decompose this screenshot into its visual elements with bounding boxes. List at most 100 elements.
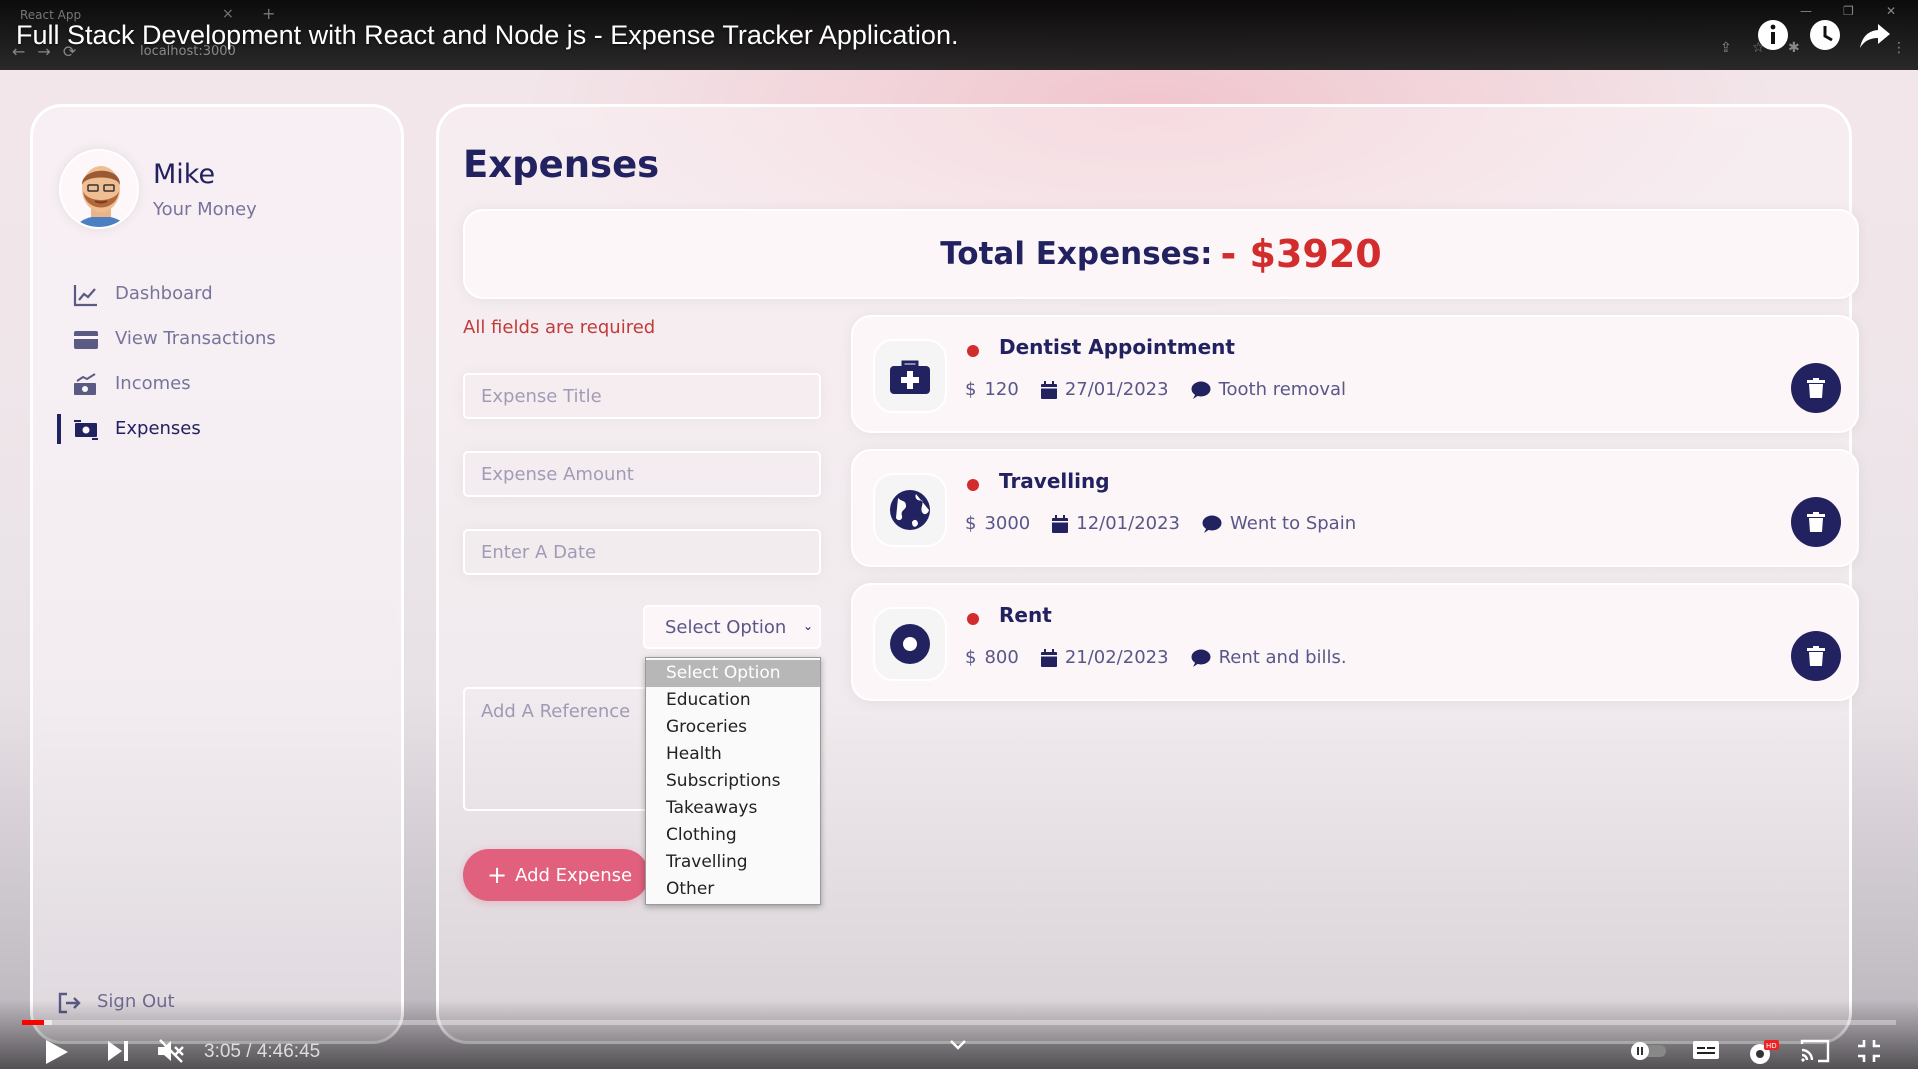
share-arrow-icon[interactable] bbox=[1858, 18, 1892, 52]
delete-button[interactable] bbox=[1791, 631, 1841, 681]
avatar[interactable] bbox=[59, 149, 139, 229]
chevron-down-icon[interactable] bbox=[948, 1038, 968, 1052]
total-expenses-label: Total Expenses: bbox=[940, 236, 1213, 272]
dollar-icon: $ bbox=[965, 513, 977, 534]
credit-card-icon bbox=[74, 331, 98, 349]
chevron-down-icon: ⌄ bbox=[802, 619, 813, 633]
expense-date: 21/02/2023 bbox=[1064, 647, 1169, 668]
calendar-icon bbox=[1040, 648, 1057, 667]
money-bill-trend-up-icon bbox=[74, 373, 96, 395]
sidebar-item-label: Dashboard bbox=[115, 283, 213, 304]
expense-meta: $ 120 27/01/2023 Tooth removal bbox=[965, 379, 1346, 400]
watch-later-icon[interactable] bbox=[1808, 18, 1842, 52]
dollar-icon: $ bbox=[965, 379, 977, 400]
expense-meta: $ 800 21/02/2023 Rent and bills. bbox=[965, 647, 1347, 668]
dropdown-option[interactable]: Education bbox=[646, 687, 820, 714]
svg-text:HD: HD bbox=[1766, 1042, 1777, 1050]
share-icon[interactable]: ⇪ bbox=[1720, 40, 1732, 56]
sidebar-item-label: Expenses bbox=[115, 418, 201, 439]
sidebar-item-label: View Transactions bbox=[115, 328, 276, 349]
plus-icon: + bbox=[487, 861, 508, 889]
trash-icon bbox=[1807, 378, 1825, 398]
sidebar-item-expenses[interactable]: Expenses bbox=[33, 412, 373, 448]
trash-icon bbox=[1807, 646, 1825, 666]
expense-item: Rent $ 800 21/02/2023 Rent and bills. bbox=[851, 583, 1859, 701]
sidebar: Mike Your Money Dashboard View Transacti… bbox=[30, 104, 404, 1044]
minimize-icon[interactable]: — bbox=[1800, 4, 1812, 18]
video-progress-track[interactable] bbox=[22, 1020, 1896, 1025]
next-icon[interactable] bbox=[106, 1038, 130, 1064]
info-icon[interactable] bbox=[1756, 18, 1790, 52]
main-panel: Expenses Total Expenses: - $3920 All fie… bbox=[436, 104, 1859, 1044]
maximize-icon[interactable]: ❐ bbox=[1843, 4, 1854, 18]
window-close-icon[interactable]: ✕ bbox=[1886, 4, 1896, 18]
expense-title: Rent bbox=[999, 603, 1052, 627]
sidebar-item-incomes[interactable]: Incomes bbox=[33, 367, 373, 403]
delete-button[interactable] bbox=[1791, 363, 1841, 413]
category-dropdown: Select Option Education Groceries Health… bbox=[645, 657, 821, 905]
dropdown-option[interactable]: Groceries bbox=[646, 714, 820, 741]
dropdown-option[interactable]: Health bbox=[646, 741, 820, 768]
dropdown-option[interactable]: Takeaways bbox=[646, 795, 820, 822]
expense-title-input[interactable] bbox=[463, 373, 821, 419]
comment-icon bbox=[1191, 381, 1211, 399]
delete-button[interactable] bbox=[1791, 497, 1841, 547]
avatar-image bbox=[61, 151, 137, 227]
expense-title: Dentist Appointment bbox=[999, 335, 1235, 359]
cast-icon[interactable] bbox=[1800, 1038, 1830, 1064]
comment-icon bbox=[1191, 649, 1211, 667]
mute-icon[interactable] bbox=[156, 1038, 186, 1064]
autoplay-toggle-icon[interactable] bbox=[1628, 1038, 1668, 1062]
dropdown-option[interactable]: Travelling bbox=[646, 849, 820, 876]
user-subtitle: Your Money bbox=[153, 199, 257, 220]
video-time: 3:05 / 4:46:45 bbox=[204, 1041, 321, 1062]
status-dot bbox=[967, 479, 979, 491]
circle-dot-icon bbox=[873, 607, 947, 681]
sidebar-item-view-transactions[interactable]: View Transactions bbox=[33, 322, 373, 358]
expense-amount-input[interactable] bbox=[463, 451, 821, 497]
status-dot bbox=[967, 345, 979, 357]
expense-meta: $ 3000 12/01/2023 Went to Spain bbox=[965, 513, 1356, 534]
comment-icon bbox=[1202, 515, 1222, 533]
category-select[interactable]: Select Option ⌄ bbox=[643, 605, 821, 649]
total-expenses-box: Total Expenses: - $3920 bbox=[463, 209, 1859, 299]
calendar-icon bbox=[1040, 380, 1057, 399]
subtitles-icon[interactable] bbox=[1692, 1038, 1720, 1062]
total-expenses-value: - $3920 bbox=[1220, 232, 1382, 276]
video-buffer-bar bbox=[44, 1020, 52, 1025]
date-input[interactable] bbox=[463, 529, 821, 575]
sidebar-item-dashboard[interactable]: Dashboard bbox=[33, 277, 373, 313]
expense-amount: 120 bbox=[984, 379, 1019, 400]
globe-icon bbox=[873, 473, 947, 547]
medical-kit-icon bbox=[873, 339, 947, 413]
dropdown-option[interactable]: Select Option bbox=[646, 660, 820, 687]
user-name: Mike bbox=[153, 159, 216, 190]
dropdown-option[interactable]: Other bbox=[646, 876, 820, 903]
chart-line-icon bbox=[73, 285, 97, 307]
trash-icon bbox=[1807, 512, 1825, 532]
menu-dots-icon[interactable]: ⋮ bbox=[1892, 40, 1906, 56]
video-progress-fill[interactable] bbox=[22, 1020, 44, 1025]
page-title: Expenses bbox=[463, 143, 660, 186]
calendar-icon bbox=[1052, 514, 1069, 533]
money-bill-transfer-icon bbox=[74, 420, 98, 440]
video-title[interactable]: Full Stack Development with React and No… bbox=[16, 20, 958, 51]
add-expense-button[interactable]: + Add Expense bbox=[463, 849, 649, 901]
form-error-message: All fields are required bbox=[463, 317, 656, 338]
expense-date: 27/01/2023 bbox=[1064, 379, 1169, 400]
expense-description: Rent and bills. bbox=[1218, 647, 1347, 668]
exit-fullscreen-icon[interactable] bbox=[1856, 1038, 1882, 1064]
play-icon[interactable] bbox=[44, 1038, 70, 1066]
expense-amount: 800 bbox=[984, 647, 1019, 668]
dropdown-option[interactable]: Subscriptions bbox=[646, 768, 820, 795]
expense-item: Dentist Appointment $ 120 27/01/2023 Too… bbox=[851, 315, 1859, 433]
category-select-value: Select Option bbox=[665, 617, 787, 638]
expense-item: Travelling $ 3000 12/01/2023 Went to Spa… bbox=[851, 449, 1859, 567]
expense-description: Went to Spain bbox=[1230, 513, 1357, 534]
expense-title: Travelling bbox=[999, 469, 1110, 493]
dollar-icon: $ bbox=[965, 647, 977, 668]
settings-gear-icon[interactable]: HD bbox=[1746, 1038, 1780, 1066]
add-expense-label: Add Expense bbox=[515, 864, 633, 886]
sidebar-item-label: Incomes bbox=[115, 373, 191, 394]
dropdown-option[interactable]: Clothing bbox=[646, 822, 820, 849]
